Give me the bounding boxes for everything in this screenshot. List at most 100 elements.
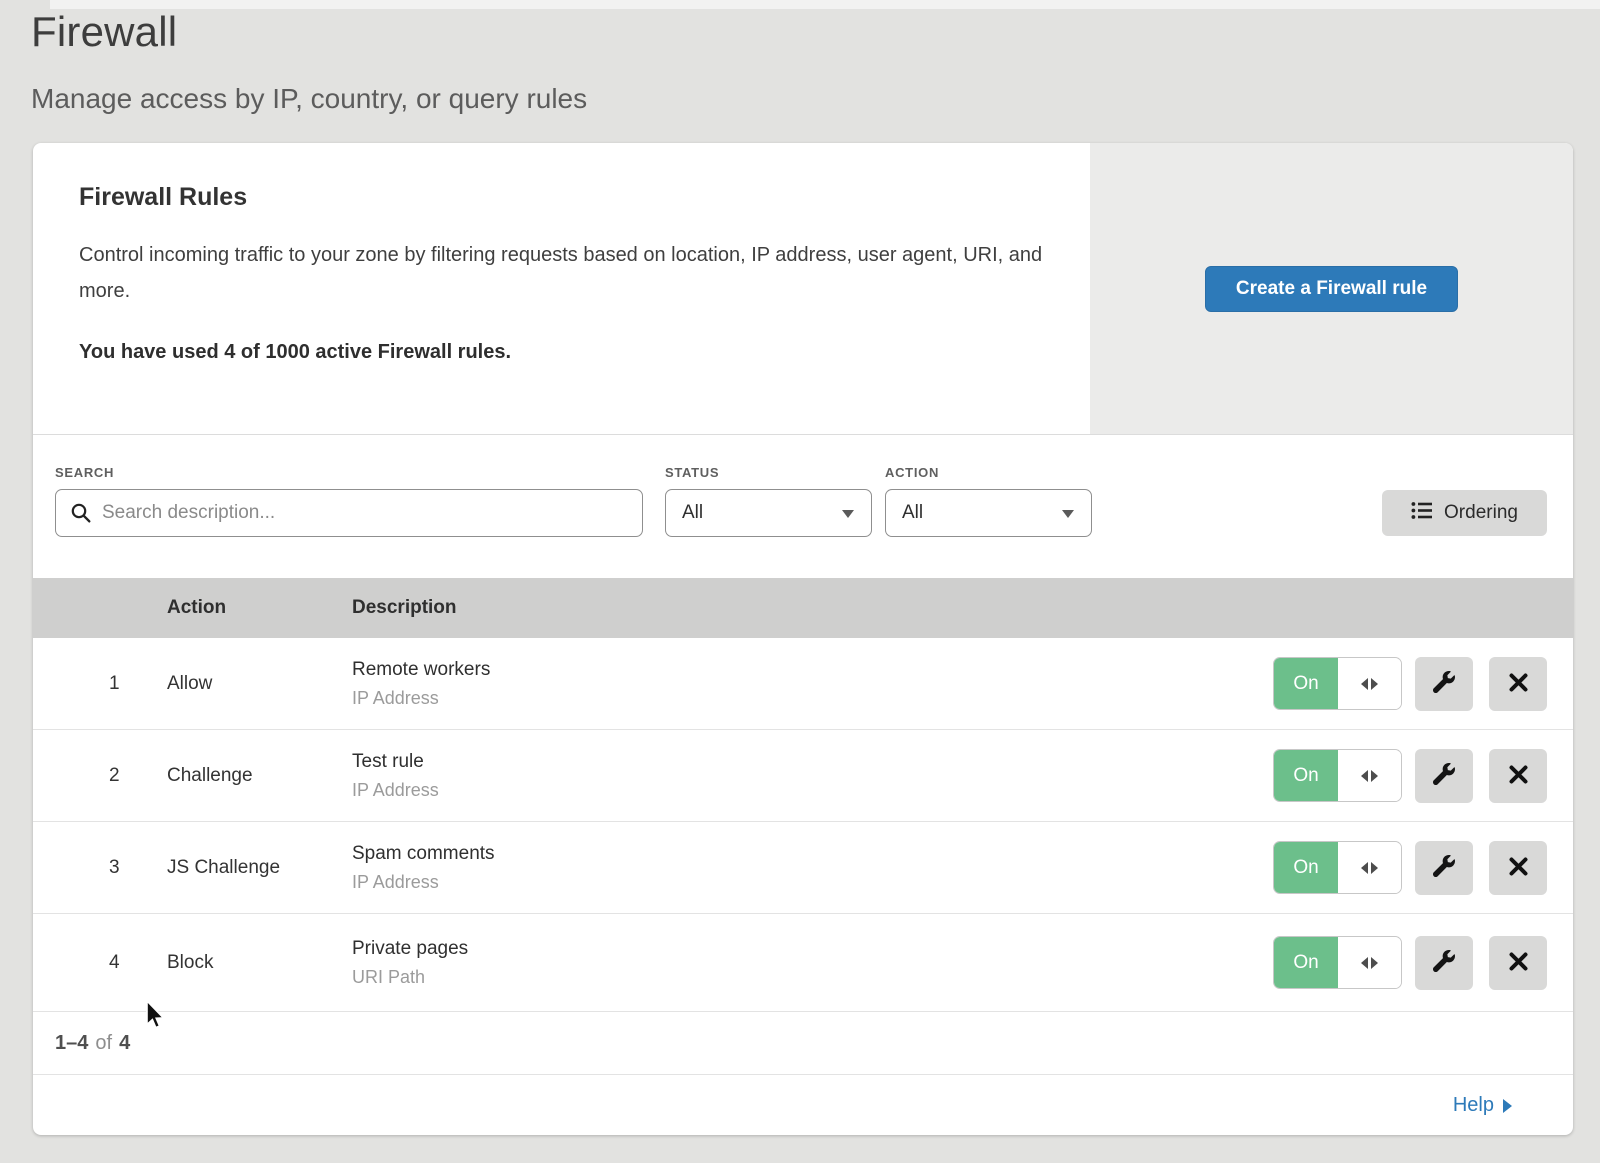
arrow-right-icon — [1371, 862, 1378, 874]
chevron-down-icon — [1062, 510, 1074, 518]
action-filter-group: ACTION All — [885, 465, 1092, 537]
rule-controls: On — [1273, 936, 1573, 990]
arrow-right-icon — [1503, 1099, 1512, 1113]
status-label: STATUS — [665, 465, 872, 480]
close-icon — [1509, 765, 1528, 787]
action-column-header: Action — [167, 597, 352, 619]
rule-action: Challenge — [167, 765, 352, 787]
rule-description: Private pages — [352, 938, 1273, 960]
status-select[interactable]: All — [665, 489, 872, 537]
help-link[interactable]: Help — [1453, 1094, 1512, 1117]
action-label: ACTION — [885, 465, 1092, 480]
rule-description: Spam comments — [352, 843, 1273, 865]
edit-rule-button[interactable] — [1415, 841, 1473, 895]
toggle-on-segment[interactable]: On — [1274, 750, 1338, 801]
search-input[interactable] — [55, 489, 643, 537]
card-footer: Help — [33, 1075, 1573, 1136]
rule-description: Test rule — [352, 751, 1273, 773]
delete-rule-button[interactable] — [1489, 936, 1547, 990]
pagination-total: 4 — [119, 1032, 130, 1055]
rule-description-block: Private pages URI Path — [352, 938, 1273, 988]
create-firewall-rule-button[interactable]: Create a Firewall rule — [1205, 266, 1458, 312]
rule-match-type: IP Address — [352, 688, 1273, 709]
delete-rule-button[interactable] — [1489, 749, 1547, 803]
rules-overview-section: Firewall Rules Control incoming traffic … — [33, 143, 1573, 435]
toggle-drag-handle[interactable] — [1338, 658, 1401, 709]
filter-bar: SEARCH STATUS All ACTION All — [33, 435, 1573, 578]
edit-rule-button[interactable] — [1415, 749, 1473, 803]
status-selected-value: All — [682, 502, 703, 524]
page-header: Firewall Manage access by IP, country, o… — [31, 0, 587, 115]
pagination-range: 1–4 — [55, 1032, 88, 1055]
ordering-button-label: Ordering — [1444, 502, 1518, 524]
rule-match-type: IP Address — [352, 780, 1273, 801]
arrow-right-icon — [1371, 957, 1378, 969]
edit-rule-button[interactable] — [1415, 657, 1473, 711]
rule-priority: 4 — [33, 952, 167, 974]
rule-action: Allow — [167, 673, 352, 695]
help-link-label: Help — [1453, 1094, 1494, 1117]
arrow-left-icon — [1361, 678, 1368, 690]
rules-table: Action Description 1 Allow Remote worker… — [33, 578, 1573, 1136]
rule-action: Block — [167, 952, 352, 974]
rule-description-block: Test rule IP Address — [352, 751, 1273, 801]
rule-match-type: URI Path — [352, 967, 1273, 988]
rule-action: JS Challenge — [167, 857, 352, 879]
rules-usage-count: You have used 4 of 1000 active Firewall … — [79, 341, 1049, 364]
wrench-icon — [1433, 950, 1455, 975]
toggle-on-segment[interactable]: On — [1274, 842, 1338, 893]
rule-controls: On — [1273, 841, 1573, 895]
rule-description-block: Remote workers IP Address — [352, 659, 1273, 709]
wrench-icon — [1433, 763, 1455, 788]
toggle-on-segment[interactable]: On — [1274, 658, 1338, 709]
create-rule-panel: Create a Firewall rule — [1090, 143, 1573, 434]
arrow-right-icon — [1371, 678, 1378, 690]
delete-rule-button[interactable] — [1489, 841, 1547, 895]
ordering-button[interactable]: Ordering — [1382, 490, 1547, 536]
arrow-left-icon — [1361, 770, 1368, 782]
table-row: 1 Allow Remote workers IP Address On — [33, 638, 1573, 730]
rule-enabled-toggle[interactable]: On — [1273, 657, 1402, 710]
toggle-on-segment[interactable]: On — [1274, 937, 1338, 988]
rule-priority: 2 — [33, 765, 167, 787]
rule-controls: On — [1273, 749, 1573, 803]
wrench-icon — [1433, 855, 1455, 880]
rules-overview-text: Firewall Rules Control incoming traffic … — [79, 183, 1049, 364]
wrench-icon — [1433, 671, 1455, 696]
rule-enabled-toggle[interactable]: On — [1273, 936, 1402, 989]
status-filter-group: STATUS All — [665, 465, 872, 537]
chevron-down-icon — [842, 510, 854, 518]
table-header-row: Action Description — [33, 578, 1573, 638]
search-filter-group: SEARCH — [55, 465, 643, 537]
action-selected-value: All — [902, 502, 923, 524]
arrow-left-icon — [1361, 957, 1368, 969]
rules-section-title: Firewall Rules — [79, 183, 1049, 212]
description-column-header: Description — [352, 597, 1573, 619]
pagination: 1–4 of 4 — [33, 1012, 1573, 1075]
edit-rule-button[interactable] — [1415, 936, 1473, 990]
table-row: 4 Block Private pages URI Path On — [33, 914, 1573, 1012]
close-icon — [1509, 952, 1528, 974]
page-title: Firewall — [31, 0, 587, 56]
close-icon — [1509, 857, 1528, 879]
rule-description: Remote workers — [352, 659, 1273, 681]
search-icon — [70, 502, 92, 529]
arrow-right-icon — [1371, 770, 1378, 782]
delete-rule-button[interactable] — [1489, 657, 1547, 711]
pagination-of: of — [95, 1032, 112, 1055]
firewall-rules-card: Firewall Rules Control incoming traffic … — [33, 143, 1573, 1135]
page-subtitle: Manage access by IP, country, or query r… — [31, 56, 587, 115]
search-label: SEARCH — [55, 465, 643, 480]
toggle-drag-handle[interactable] — [1338, 842, 1401, 893]
arrow-left-icon — [1361, 862, 1368, 874]
ordering-list-icon — [1411, 501, 1433, 526]
rule-priority: 1 — [33, 673, 167, 695]
toggle-drag-handle[interactable] — [1338, 937, 1401, 988]
action-select[interactable]: All — [885, 489, 1092, 537]
rule-enabled-toggle[interactable]: On — [1273, 749, 1402, 802]
table-row: 3 JS Challenge Spam comments IP Address … — [33, 822, 1573, 914]
close-icon — [1509, 673, 1528, 695]
rules-section-description: Control incoming traffic to your zone by… — [79, 237, 1049, 309]
toggle-drag-handle[interactable] — [1338, 750, 1401, 801]
rule-enabled-toggle[interactable]: On — [1273, 841, 1402, 894]
